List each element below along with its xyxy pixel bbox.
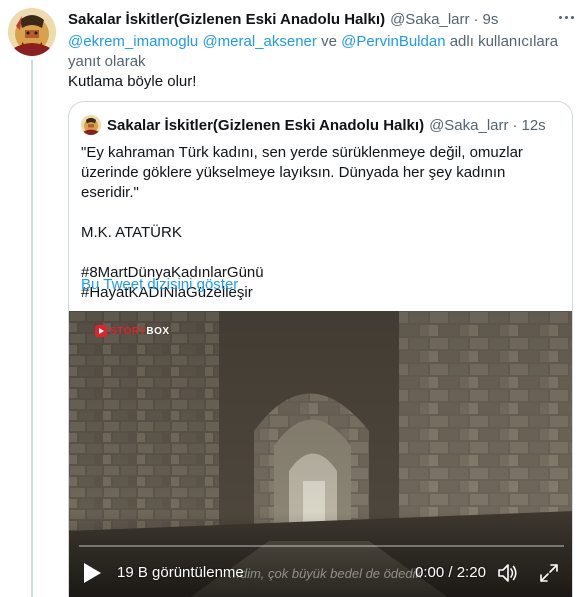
tweet-header: Sakalar İskitler(Gizlenen Eski Anadolu H…	[68, 9, 498, 29]
video-controls: ...dim, çok büyük bedel de ödedik 19 B g…	[69, 555, 572, 591]
fullscreen-icon[interactable]	[539, 563, 559, 583]
current-time: 0:00	[415, 564, 445, 581]
tweet-time[interactable]: 9s	[483, 11, 499, 28]
duration: 2:20	[456, 564, 486, 581]
quote-time: 12s	[521, 116, 546, 134]
separator-dot: ·	[512, 116, 518, 134]
quote-signature: M.K. ATATÜRK	[81, 224, 182, 241]
quoted-tweet[interactable]: Sakalar İskitler(Gizlenen Eski Anadolu H…	[68, 101, 573, 597]
show-thread-link[interactable]: Bu Tweet dizisini göster	[81, 276, 238, 293]
logo-play-icon	[95, 325, 107, 337]
quote-line: üzerinde göklere yükselmeye layıksın. Dü…	[81, 164, 506, 201]
mention-link[interactable]: @PervinBuldan	[341, 33, 445, 50]
quote-header: Sakalar İskitler(Gizlenen Eski Anadolu H…	[81, 114, 546, 136]
more-options-icon[interactable]	[555, 8, 577, 26]
tweet-text: Kutlama böyle olur!	[68, 73, 197, 90]
quote-author-name: Sakalar İskitler(Gizlenen Eski Anadolu H…	[107, 116, 425, 134]
reply-context: @ekrem_imamoglu @meral_aksener ve @Pervi…	[68, 32, 568, 72]
avatar-image	[81, 115, 101, 135]
separator-dot: ·	[473, 10, 479, 28]
thread-line	[31, 60, 33, 597]
mention-link[interactable]: @meral_aksener	[202, 33, 316, 50]
quote-author-handle: @Saka_larr	[429, 116, 509, 134]
volume-icon[interactable]	[497, 562, 519, 584]
video-player[interactable]: STORY BOX ...dim, çok büyük bedel de öde…	[69, 311, 572, 597]
quote-line: "Ey kahraman Türk kadını, sen yerde sürü…	[81, 144, 523, 161]
video-time: 0:00 / 2:20	[415, 564, 486, 581]
reply-joiner: ve	[321, 33, 337, 50]
quote-author-avatar	[81, 115, 101, 135]
tweet[interactable]: Sakalar İskitler(Gizlenen Eski Anadolu H…	[0, 0, 586, 597]
author-avatar[interactable]	[8, 8, 56, 56]
storybox-logo: STORY BOX	[95, 325, 170, 337]
time-separator: /	[448, 564, 453, 581]
author-handle[interactable]: @Saka_larr	[390, 11, 469, 28]
video-subtitle: ...dim, çok büyük bedel de ödedik	[229, 566, 422, 581]
avatar-image	[8, 8, 56, 56]
mention-link[interactable]: @ekrem_imamoglu	[68, 33, 198, 50]
view-count: 19 B görüntülenme	[117, 564, 244, 581]
play-icon[interactable]	[81, 561, 103, 585]
author-name[interactable]: Sakalar İskitler(Gizlenen Eski Anadolu H…	[68, 11, 385, 28]
video-progress-bar[interactable]	[79, 545, 564, 547]
